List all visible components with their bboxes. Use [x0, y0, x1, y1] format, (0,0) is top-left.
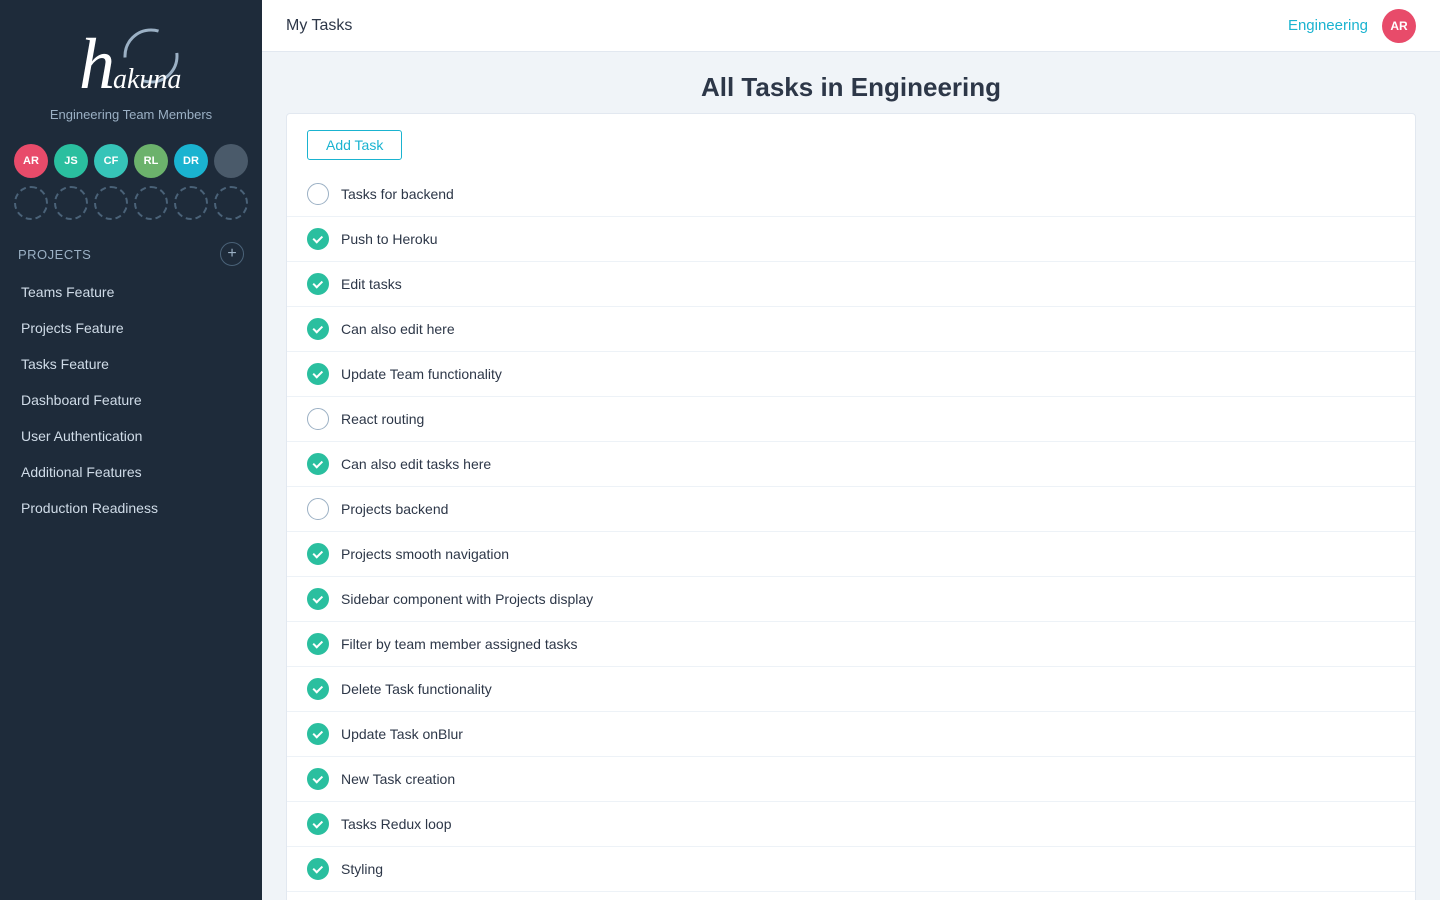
- avatar-row-1: AR JS CF RL DR: [14, 144, 248, 178]
- sidebar-item-additional-features[interactable]: Additional Features: [0, 454, 262, 490]
- task-checkbox[interactable]: [307, 273, 329, 295]
- task-name: Push to Heroku: [341, 231, 438, 247]
- logo-icon: h akuna: [71, 20, 191, 100]
- page-heading: All Tasks in Engineering: [262, 72, 1440, 103]
- task-item: Can also edit tasks here: [287, 441, 1415, 486]
- task-item: Projects smooth navigation: [287, 531, 1415, 576]
- header-team-link[interactable]: Engineering: [1288, 17, 1368, 34]
- task-name: Edit tasks: [341, 276, 402, 292]
- task-checkbox[interactable]: [307, 183, 329, 205]
- task-item: Can also edit here: [287, 306, 1415, 351]
- avatars-section: AR JS CF RL DR: [0, 134, 262, 224]
- task-item: Update Team functionality: [287, 351, 1415, 396]
- header-right: Engineering AR: [1288, 9, 1416, 43]
- team-label: Engineering Team Members: [50, 106, 212, 124]
- add-task-button[interactable]: Add Task: [307, 130, 402, 160]
- task-name: Filter by team member assigned tasks: [341, 636, 578, 652]
- projects-label: Projects: [18, 247, 91, 262]
- logo-area: h akuna Engineering Team Members: [0, 0, 262, 134]
- avatar-empty-1[interactable]: [14, 186, 48, 220]
- task-checkbox[interactable]: [307, 228, 329, 250]
- task-item: Tasks for backend: [287, 172, 1415, 216]
- sidebar-item-tasks-feature[interactable]: Tasks Feature: [0, 346, 262, 382]
- task-name: React routing: [341, 411, 424, 427]
- task-checkbox[interactable]: [307, 588, 329, 610]
- task-item: Tasks Redux loop: [287, 801, 1415, 846]
- svg-text:h: h: [79, 24, 115, 100]
- avatar-row-2: [14, 186, 248, 220]
- task-item: Projects backend: [287, 486, 1415, 531]
- task-item: New Task creation: [287, 756, 1415, 801]
- task-item: Push to Heroku: [287, 216, 1415, 261]
- avatar-rl[interactable]: RL: [134, 144, 168, 178]
- add-project-button[interactable]: +: [220, 242, 244, 266]
- task-name: Can also edit tasks here: [341, 456, 491, 472]
- tasks-container: Add Task Tasks for backend Push to Heroku…: [262, 113, 1440, 900]
- task-name: Projects backend: [341, 501, 448, 517]
- avatar-empty-6[interactable]: [214, 186, 248, 220]
- task-item: Update Task onBlur: [287, 711, 1415, 756]
- task-item: Sidebar component with Projects display: [287, 576, 1415, 621]
- task-checkbox[interactable]: [307, 768, 329, 790]
- avatar-partial[interactable]: [214, 144, 248, 178]
- tasks-card: Add Task Tasks for backend Push to Heroku…: [286, 113, 1416, 900]
- header-user-avatar[interactable]: AR: [1382, 9, 1416, 43]
- task-item: Edit tasks: [287, 261, 1415, 306]
- header: My Tasks Engineering AR: [262, 0, 1440, 52]
- task-checkbox[interactable]: [307, 813, 329, 835]
- tasks-list: Tasks for backend Push to Heroku Edit task…: [287, 172, 1415, 900]
- task-checkbox[interactable]: [307, 498, 329, 520]
- task-name: Delete Task functionality: [341, 681, 492, 697]
- sidebar-item-dashboard-feature[interactable]: Dashboard Feature: [0, 382, 262, 418]
- task-name: Styling: [341, 861, 383, 877]
- svg-text:akuna: akuna: [113, 64, 181, 95]
- sidebar-item-teams-feature[interactable]: Teams Feature: [0, 274, 262, 310]
- task-checkbox[interactable]: [307, 633, 329, 655]
- task-name: Tasks for backend: [341, 186, 454, 202]
- main-content: My Tasks Engineering AR All Tasks in Eng…: [262, 0, 1440, 900]
- task-item: React routing: [287, 396, 1415, 441]
- avatar-empty-5[interactable]: [174, 186, 208, 220]
- task-item: Delete Task functionality: [287, 666, 1415, 711]
- task-item: Single page Dashboard: [287, 891, 1415, 900]
- task-name: Projects smooth navigation: [341, 546, 509, 562]
- task-name: Update Team functionality: [341, 366, 502, 382]
- task-name: Tasks Redux loop: [341, 816, 452, 832]
- task-name: New Task creation: [341, 771, 455, 787]
- task-checkbox[interactable]: [307, 858, 329, 880]
- projects-list: Teams Feature Projects Feature Tasks Fea…: [0, 274, 262, 526]
- task-name: Update Task onBlur: [341, 726, 463, 742]
- avatar-dr[interactable]: DR: [174, 144, 208, 178]
- sidebar-item-production-readiness[interactable]: Production Readiness: [0, 490, 262, 526]
- task-name: Can also edit here: [341, 321, 455, 337]
- avatar-ar[interactable]: AR: [14, 144, 48, 178]
- sidebar: h akuna Engineering Team Members AR JS C…: [0, 0, 262, 900]
- avatar-js[interactable]: JS: [54, 144, 88, 178]
- avatar-cf[interactable]: CF: [94, 144, 128, 178]
- task-checkbox[interactable]: [307, 543, 329, 565]
- avatar-empty-3[interactable]: [94, 186, 128, 220]
- task-name: Sidebar component with Projects display: [341, 591, 593, 607]
- task-item: Styling: [287, 846, 1415, 891]
- page-heading-area: All Tasks in Engineering: [262, 52, 1440, 113]
- task-checkbox[interactable]: [307, 408, 329, 430]
- task-item: Filter by team member assigned tasks: [287, 621, 1415, 666]
- task-checkbox[interactable]: [307, 678, 329, 700]
- sidebar-item-user-authentication[interactable]: User Authentication: [0, 418, 262, 454]
- task-checkbox[interactable]: [307, 453, 329, 475]
- avatar-empty-4[interactable]: [134, 186, 168, 220]
- task-checkbox[interactable]: [307, 723, 329, 745]
- sidebar-item-projects-feature[interactable]: Projects Feature: [0, 310, 262, 346]
- avatar-empty-2[interactable]: [54, 186, 88, 220]
- task-checkbox[interactable]: [307, 363, 329, 385]
- header-title: My Tasks: [286, 17, 352, 35]
- projects-header: Projects +: [0, 224, 262, 274]
- task-checkbox[interactable]: [307, 318, 329, 340]
